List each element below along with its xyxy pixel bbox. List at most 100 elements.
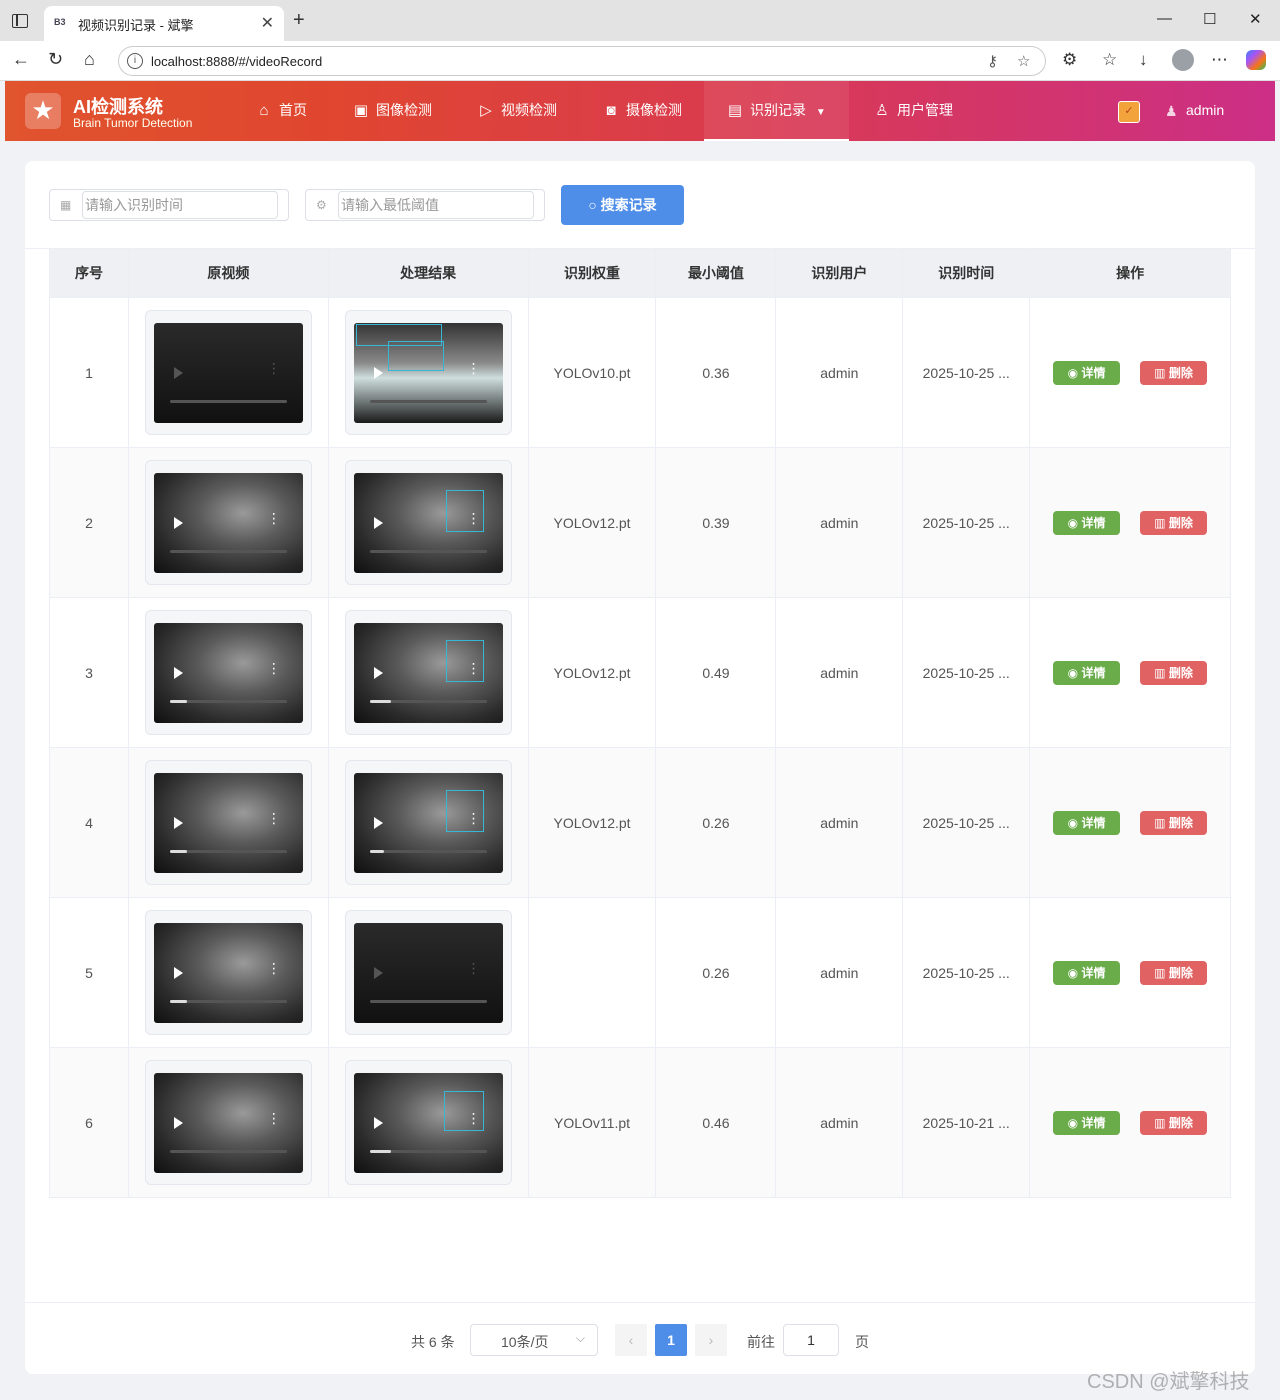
url-text[interactable]: localhost:8888/#/videoRecord (151, 54, 322, 69)
menu-home[interactable]: ⌂ 首页 (233, 81, 329, 141)
delete-button[interactable]: ▥ 删除 (1140, 810, 1208, 835)
more-icon[interactable]: ⋮ (467, 661, 481, 675)
more-icon[interactable]: ⋮ (267, 661, 281, 675)
more-icon[interactable]: ⋮ (267, 1111, 281, 1125)
original-video-player[interactable]: ⋮ (153, 1072, 303, 1173)
more-icon[interactable]: ⋮ (467, 961, 481, 975)
menu-image-detection[interactable]: ▣ 图像检测 (330, 81, 454, 141)
original-video-player[interactable]: ⋮ (153, 622, 303, 723)
play-icon[interactable] (373, 966, 383, 979)
original-video-player[interactable]: ⋮ (153, 922, 303, 1023)
play-icon[interactable] (173, 666, 183, 679)
maximize-icon[interactable]: ☐ (1203, 10, 1216, 28)
address-bar[interactable]: i localhost:8888/#/videoRecord ⚷ ☆ (118, 46, 1046, 76)
play-icon[interactable] (173, 516, 183, 529)
delete-button[interactable]: ▥ 删除 (1140, 510, 1208, 535)
progress-bar[interactable] (169, 849, 287, 853)
current-page[interactable]: 1 (655, 1324, 687, 1356)
copilot-icon[interactable] (1246, 50, 1266, 70)
key-icon[interactable]: ⚷ (987, 52, 998, 70)
downloads-icon[interactable]: ↓ (1139, 50, 1148, 70)
result-video-player[interactable]: ⋮ (353, 622, 503, 723)
time-input[interactable] (82, 191, 278, 219)
progress-bar[interactable] (369, 999, 487, 1003)
play-icon[interactable] (173, 1116, 183, 1129)
goto-page-input[interactable] (783, 1324, 839, 1356)
user-name[interactable]: admin (1186, 102, 1224, 118)
progress-bar[interactable] (369, 849, 487, 853)
original-video-player[interactable]: ⋮ (153, 472, 303, 573)
close-tab-icon[interactable]: ✕ (261, 13, 274, 33)
favorite-star-icon[interactable]: ☆ (1017, 52, 1030, 70)
extensions-icon[interactable]: ⚙ (1062, 50, 1077, 70)
detail-button[interactable]: ◉ 详情 (1053, 660, 1121, 685)
detail-button[interactable]: ◉ 详情 (1053, 360, 1121, 385)
more-icon[interactable]: ⋮ (267, 961, 281, 975)
delete-button[interactable]: ▥ 删除 (1140, 960, 1208, 985)
play-icon[interactable] (373, 666, 383, 679)
more-icon[interactable]: ⋮ (467, 361, 481, 375)
close-window-icon[interactable]: ✕ (1249, 10, 1262, 28)
result-video-player[interactable]: ⋮ (353, 922, 503, 1023)
play-icon[interactable] (373, 1116, 383, 1129)
detail-button[interactable]: ◉ 详情 (1053, 810, 1121, 835)
cell-time: 2025-10-25 ... (903, 898, 1031, 1047)
next-page-button[interactable]: › (695, 1324, 727, 1356)
progress-bar[interactable] (169, 399, 287, 403)
original-video-player[interactable]: ⋮ (153, 772, 303, 873)
threshold-input[interactable] (338, 191, 534, 219)
progress-bar[interactable] (169, 549, 287, 553)
more-icon[interactable]: ⋮ (467, 1111, 481, 1125)
menu-video-detection[interactable]: ▷ 视频检测 (455, 81, 579, 141)
home-icon[interactable]: ⌂ (84, 49, 95, 70)
detail-button[interactable]: ◉ 详情 (1053, 1110, 1121, 1135)
result-video-player[interactable]: ⋮ (353, 472, 503, 573)
play-icon[interactable] (373, 516, 383, 529)
search-button[interactable]: ○ 搜索记录 (561, 185, 684, 225)
progress-bar[interactable] (369, 549, 487, 553)
more-icon[interactable]: ⋮ (267, 511, 281, 525)
reload-icon[interactable]: ↻ (48, 49, 63, 70)
prev-page-button[interactable]: ‹ (615, 1324, 647, 1356)
progress-bar[interactable] (169, 1149, 287, 1153)
more-options-icon[interactable]: ⋯ (1211, 50, 1228, 70)
result-video-player[interactable]: ⋮ (353, 772, 503, 873)
menu-camera-detection[interactable]: ◙ 摄像检测 (580, 81, 704, 141)
progress-bar[interactable] (369, 1149, 487, 1153)
play-icon[interactable] (173, 816, 183, 829)
menu-records[interactable]: ▤ 识别记录 ▼ (704, 81, 849, 141)
play-icon[interactable] (373, 816, 383, 829)
result-video-player[interactable]: ⋮ (353, 322, 503, 423)
delete-button[interactable]: ▥ 删除 (1140, 660, 1208, 685)
progress-fill (369, 699, 391, 703)
detail-button[interactable]: ◉ 详情 (1053, 960, 1121, 985)
site-info-icon[interactable]: i (127, 53, 143, 69)
new-tab-icon[interactable]: + (293, 9, 305, 32)
play-icon[interactable] (373, 366, 383, 379)
more-icon[interactable]: ⋮ (467, 811, 481, 825)
play-icon[interactable] (173, 366, 183, 379)
more-icon[interactable]: ⋮ (267, 811, 281, 825)
notification-icon[interactable]: ✓ (1118, 101, 1140, 123)
favorites-icon[interactable]: ☆ (1102, 50, 1117, 70)
progress-bar[interactable] (369, 699, 487, 703)
detail-button[interactable]: ◉ 详情 (1053, 510, 1121, 535)
more-icon[interactable]: ⋮ (267, 361, 281, 375)
minimize-icon[interactable]: — (1157, 10, 1172, 27)
more-icon[interactable]: ⋮ (467, 511, 481, 525)
result-video-frame: ⋮ (344, 1060, 512, 1185)
progress-bar[interactable] (169, 999, 287, 1003)
window-menu-icon[interactable] (12, 14, 28, 28)
delete-button[interactable]: ▥ 删除 (1140, 1110, 1208, 1135)
original-video-player[interactable]: ⋮ (153, 322, 303, 423)
browser-tab[interactable]: B3 视频识别记录 - 斌擎 ✕ (44, 6, 284, 41)
progress-bar[interactable] (169, 699, 287, 703)
page-size-select[interactable]: 10条/页 ⌵ (470, 1324, 598, 1356)
delete-button[interactable]: ▥ 删除 (1140, 360, 1208, 385)
back-icon[interactable]: ← (12, 49, 30, 70)
progress-bar[interactable] (369, 399, 487, 403)
play-icon[interactable] (173, 966, 183, 979)
menu-user-management[interactable]: ♙ 用户管理 (851, 81, 975, 141)
profile-avatar[interactable] (1172, 49, 1194, 71)
result-video-player[interactable]: ⋮ (353, 1072, 503, 1173)
